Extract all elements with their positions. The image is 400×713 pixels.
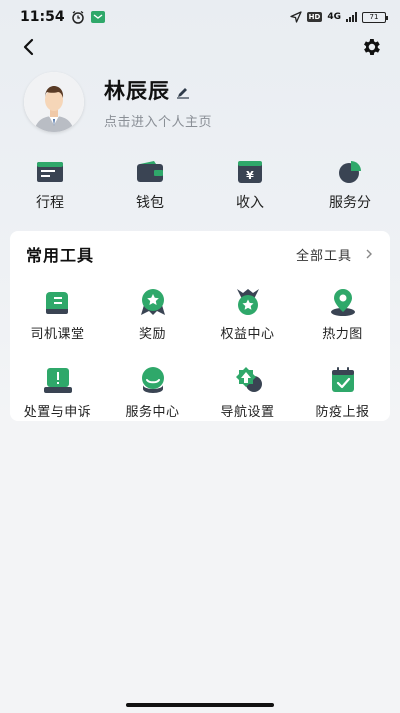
all-tools-link[interactable]: 全部工具 bbox=[296, 245, 374, 264]
card-header: 常用工具 全部工具 bbox=[26, 243, 374, 265]
quick-action-wallet[interactable]: 钱包 bbox=[100, 160, 200, 212]
tool-reward[interactable]: 奖励 bbox=[105, 287, 200, 345]
profile-subtitle[interactable]: 点击进入个人主页 bbox=[104, 111, 212, 130]
gear-icon[interactable] bbox=[360, 36, 382, 58]
tool-driver-class[interactable]: 司机课堂 bbox=[10, 287, 105, 345]
tool-label: 司机课堂 bbox=[30, 327, 85, 342]
tool-label: 防疫上报 bbox=[315, 405, 370, 420]
income-icon: ¥ bbox=[238, 161, 262, 183]
reward-icon bbox=[140, 289, 165, 315]
nav-bar bbox=[0, 34, 400, 58]
hd-badge: HD bbox=[306, 12, 323, 22]
tool-benefits-center[interactable]: 权益中心 bbox=[200, 287, 295, 345]
app-notification-icon bbox=[90, 11, 105, 23]
status-time: 11:54 bbox=[20, 9, 65, 25]
user-name: 林辰辰 bbox=[104, 78, 170, 103]
home-indicator[interactable] bbox=[126, 703, 274, 707]
avatar[interactable] bbox=[24, 72, 84, 132]
quick-action-itinerary[interactable]: 行程 bbox=[0, 160, 100, 212]
quick-action-income[interactable]: ¥ 收入 bbox=[200, 160, 300, 212]
chevron-right-icon bbox=[366, 249, 372, 259]
alarm-icon bbox=[71, 10, 84, 24]
service-score-icon bbox=[339, 161, 361, 183]
edit-pencil-icon[interactable] bbox=[176, 85, 190, 99]
profile-header[interactable]: 林辰辰 点击进入个人主页 bbox=[24, 72, 212, 132]
battery-icon: 71 bbox=[362, 11, 388, 23]
tool-epidemic-report[interactable]: 防疫上报 bbox=[295, 365, 390, 423]
avatar-image bbox=[24, 72, 84, 132]
tool-label: 导航设置 bbox=[220, 405, 275, 420]
tool-heatmap[interactable]: 热力图 bbox=[295, 287, 390, 345]
quick-action-label: 服务分 bbox=[329, 195, 371, 211]
back-arrow-icon[interactable] bbox=[18, 36, 40, 58]
signal-icon bbox=[346, 12, 357, 22]
itinerary-icon bbox=[37, 162, 63, 182]
all-tools-label: 全部工具 bbox=[295, 248, 352, 264]
quick-action-service-score[interactable]: 服务分 bbox=[300, 160, 400, 212]
card-title: 常用工具 bbox=[26, 246, 95, 265]
tool-label: 服务中心 bbox=[125, 405, 180, 420]
status-bar: 11:54 HD 4G 71 bbox=[0, 0, 400, 34]
benefits-center-icon bbox=[236, 289, 259, 315]
service-center-icon bbox=[141, 367, 164, 393]
quick-action-label: 钱包 bbox=[136, 195, 164, 211]
tool-label: 权益中心 bbox=[220, 327, 275, 342]
tool-navigation-settings[interactable]: 导航设置 bbox=[200, 365, 295, 423]
network-type: 4G bbox=[327, 12, 341, 22]
tool-label: 奖励 bbox=[138, 327, 166, 342]
appeal-icon bbox=[43, 368, 72, 393]
common-tools-card: 常用工具 全部工具 司机课堂 奖励 权益中心 热力图 处置与申诉 服务中心 导航… bbox=[10, 231, 390, 421]
heatmap-icon bbox=[330, 289, 355, 316]
tool-appeal[interactable]: 处置与申诉 bbox=[10, 365, 105, 423]
tool-label: 处置与申诉 bbox=[23, 405, 92, 420]
epidemic-report-icon bbox=[331, 367, 354, 392]
quick-actions: 行程 钱包 ¥ 收入 服务分 bbox=[0, 160, 400, 212]
navigation-settings-icon bbox=[235, 367, 262, 392]
wallet-icon bbox=[137, 161, 163, 182]
driver-class-icon bbox=[45, 292, 68, 314]
location-arrow-icon bbox=[290, 11, 302, 23]
svg-text:¥: ¥ bbox=[246, 169, 254, 182]
battery-level: 71 bbox=[369, 13, 379, 21]
quick-action-label: 收入 bbox=[236, 195, 264, 211]
tool-service-center[interactable]: 服务中心 bbox=[105, 365, 200, 423]
tool-label: 热力图 bbox=[322, 327, 363, 342]
quick-action-label: 行程 bbox=[36, 195, 64, 211]
tool-grid: 司机课堂 奖励 权益中心 热力图 处置与申诉 服务中心 导航设置 防疫上报 bbox=[10, 287, 390, 423]
